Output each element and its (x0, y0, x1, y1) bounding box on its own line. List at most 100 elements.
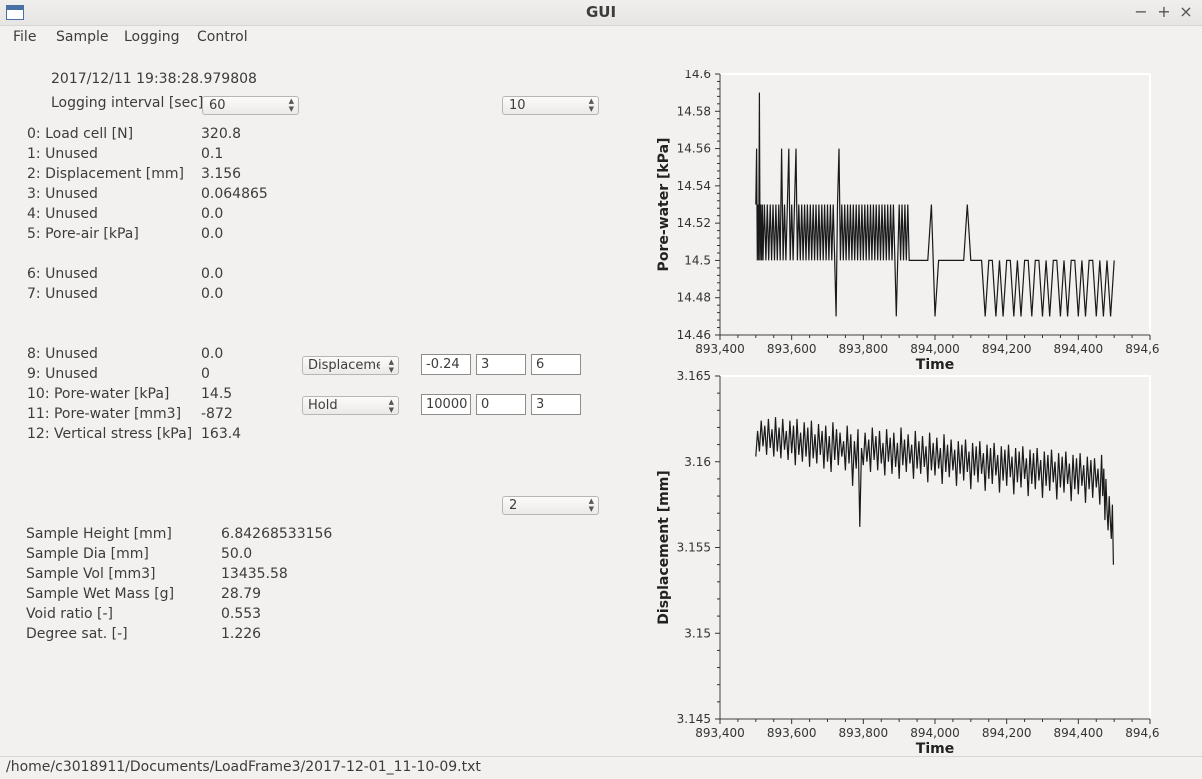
channel-label: 4: Unused (27, 206, 98, 222)
channel-value: 0.0 (201, 226, 224, 242)
menu-sample[interactable]: Sample (56, 29, 109, 45)
sample-label: Void ratio [-] (26, 606, 113, 622)
control-2-param-3[interactable]: 3 (531, 394, 581, 415)
control-2-param-1[interactable]: 10000 (421, 394, 471, 415)
title-bar: GUI − + × (0, 0, 1202, 26)
maximize-icon[interactable]: + (1155, 2, 1173, 21)
control-mode-value: Hold (308, 398, 338, 413)
sample-value: 0.553 (221, 606, 262, 622)
channel-value: 0.064865 (201, 186, 268, 202)
menu-logging[interactable]: Logging (124, 29, 180, 45)
spin-arrows-icon[interactable]: ▲ ▼ (589, 97, 594, 113)
control-mode-combo-1[interactable]: Displaceme ▲ ▼ (302, 356, 399, 375)
sample-value: 6.84268533156 (221, 526, 333, 542)
channel-label: 7: Unused (27, 286, 98, 302)
y-tick-label: 14.56 (677, 142, 711, 156)
y-tick-label: 14.48 (677, 291, 711, 305)
sample-label: Sample Vol [mm3] (26, 566, 156, 582)
control-1-param-2[interactable]: 3 (476, 354, 526, 375)
x-tick-label: 894,600 (1125, 726, 1160, 740)
sample-value: 50.0 (221, 546, 253, 562)
y-tick-label: 14.6 (684, 70, 711, 81)
sample-label: Sample Dia [mm] (26, 546, 149, 562)
x-tick-label: 893,600 (767, 342, 817, 356)
y-tick-label: 14.46 (677, 328, 711, 342)
minimize-icon[interactable]: − (1132, 2, 1150, 21)
x-tick-label: 893,600 (767, 726, 817, 740)
spin-arrows-icon[interactable]: ▲ ▼ (589, 497, 594, 513)
main-panel: 2017/12/11 19:38:28.979808 Logging inter… (0, 50, 1202, 756)
channel-label: 2: Displacement [mm] (27, 166, 184, 182)
combo-arrows-icon[interactable]: ▲ ▼ (389, 358, 394, 374)
y-axis-label: Displacement [mm] (656, 470, 672, 624)
y-tick-label: 14.52 (677, 216, 711, 230)
channel-value: 320.8 (201, 126, 242, 142)
sample-label: Sample Wet Mass [g] (26, 586, 175, 602)
channel-label: 12: Vertical stress [kPa] (27, 426, 193, 442)
channel-value: 0.0 (201, 206, 224, 222)
y-tick-label: 3.16 (684, 455, 711, 469)
plot-frame (719, 375, 1151, 720)
channel-label: 10: Pore-water [kPa] (27, 386, 170, 402)
x-tick-label: 894,200 (982, 726, 1032, 740)
sample-label: Degree sat. [-] (26, 626, 128, 642)
stage-spinbox[interactable]: 2 ▲ ▼ (502, 496, 599, 515)
sample-value: 28.79 (221, 586, 262, 602)
status-bar: /home/c3018911/Documents/LoadFrame3/2017… (0, 756, 1202, 779)
channel-label: 0: Load cell [N] (27, 126, 134, 142)
channel-label: 1: Unused (27, 146, 98, 162)
channel-value: 0.1 (201, 146, 224, 162)
displacement-plot[interactable]: 893,400 893,600 893,800 894,000 894,200 894,4… (645, 370, 1160, 755)
y-tick-label: 14.58 (677, 104, 711, 118)
channel-value: 0.0 (201, 286, 224, 302)
x-tick-label: 894,600 (1125, 342, 1160, 356)
menu-file[interactable]: File (13, 29, 36, 45)
log-file-path: /home/c3018911/Documents/LoadFrame3/2017… (6, 759, 481, 775)
control-2-param-2[interactable]: 0 (476, 394, 526, 415)
spin-arrows-icon[interactable]: ▲ ▼ (289, 97, 294, 113)
channel-value: 3.156 (201, 166, 242, 182)
x-tick-label: 893,400 (695, 726, 745, 740)
logging-interval-label: Logging interval [sec]: (51, 95, 209, 111)
channel-value: 0.0 (201, 346, 224, 362)
control-mode-value: Displaceme (308, 358, 380, 373)
pore-water-plot[interactable]: 893,400 893,600 893,800 894,000 894,200 894,4… (645, 70, 1160, 375)
x-tick-label: 893,800 (839, 726, 889, 740)
channel-value: 14.5 (201, 386, 233, 402)
channel-value: -872 (201, 406, 233, 422)
timestamp-label: 2017/12/11 19:38:28.979808 (51, 71, 257, 87)
plot-points-spinbox[interactable]: 10 ▲ ▼ (502, 96, 599, 115)
plot-points-value: 10 (509, 98, 526, 113)
close-icon[interactable]: × (1177, 2, 1195, 21)
channel-label: 11: Pore-water [mm3] (27, 406, 182, 422)
x-tick-label: 893,400 (695, 342, 745, 356)
control-mode-combo-2[interactable]: Hold ▲ ▼ (302, 396, 399, 415)
logging-interval-spinbox[interactable]: 60 ▲ ▼ (202, 96, 299, 115)
channel-label: 8: Unused (27, 346, 98, 362)
x-tick-label: 894,400 (1054, 342, 1104, 356)
x-tick-label: 894,200 (982, 342, 1032, 356)
y-tick-label: 3.15 (684, 626, 711, 640)
y-tick-label: 3.155 (677, 541, 711, 555)
channel-value: 0.0 (201, 266, 224, 282)
y-tick-label: 3.145 (677, 712, 711, 726)
x-axis-label: Time (916, 741, 954, 755)
channel-label: 5: Pore-air [kPa] (27, 226, 139, 242)
y-tick-label: 14.54 (677, 179, 711, 193)
menu-bar: File Sample Logging Control (0, 26, 1202, 50)
menu-control[interactable]: Control (197, 29, 248, 45)
x-tick-label: 894,000 (910, 342, 960, 356)
sample-value: 13435.58 (221, 566, 288, 582)
sample-label: Sample Height [mm] (26, 526, 172, 542)
combo-arrows-icon[interactable]: ▲ ▼ (389, 398, 394, 414)
x-tick-label: 894,400 (1054, 726, 1104, 740)
control-1-param-1[interactable]: -0.24 (421, 354, 471, 375)
channel-value: 163.4 (201, 426, 242, 442)
y-tick-label: 3.165 (677, 370, 711, 383)
control-1-param-3[interactable]: 6 (531, 354, 581, 375)
logging-interval-value: 60 (209, 98, 226, 113)
channel-label: 3: Unused (27, 186, 98, 202)
window-title: GUI (585, 3, 617, 21)
channel-label: 6: Unused (27, 266, 98, 282)
y-tick-label: 14.5 (684, 253, 711, 267)
